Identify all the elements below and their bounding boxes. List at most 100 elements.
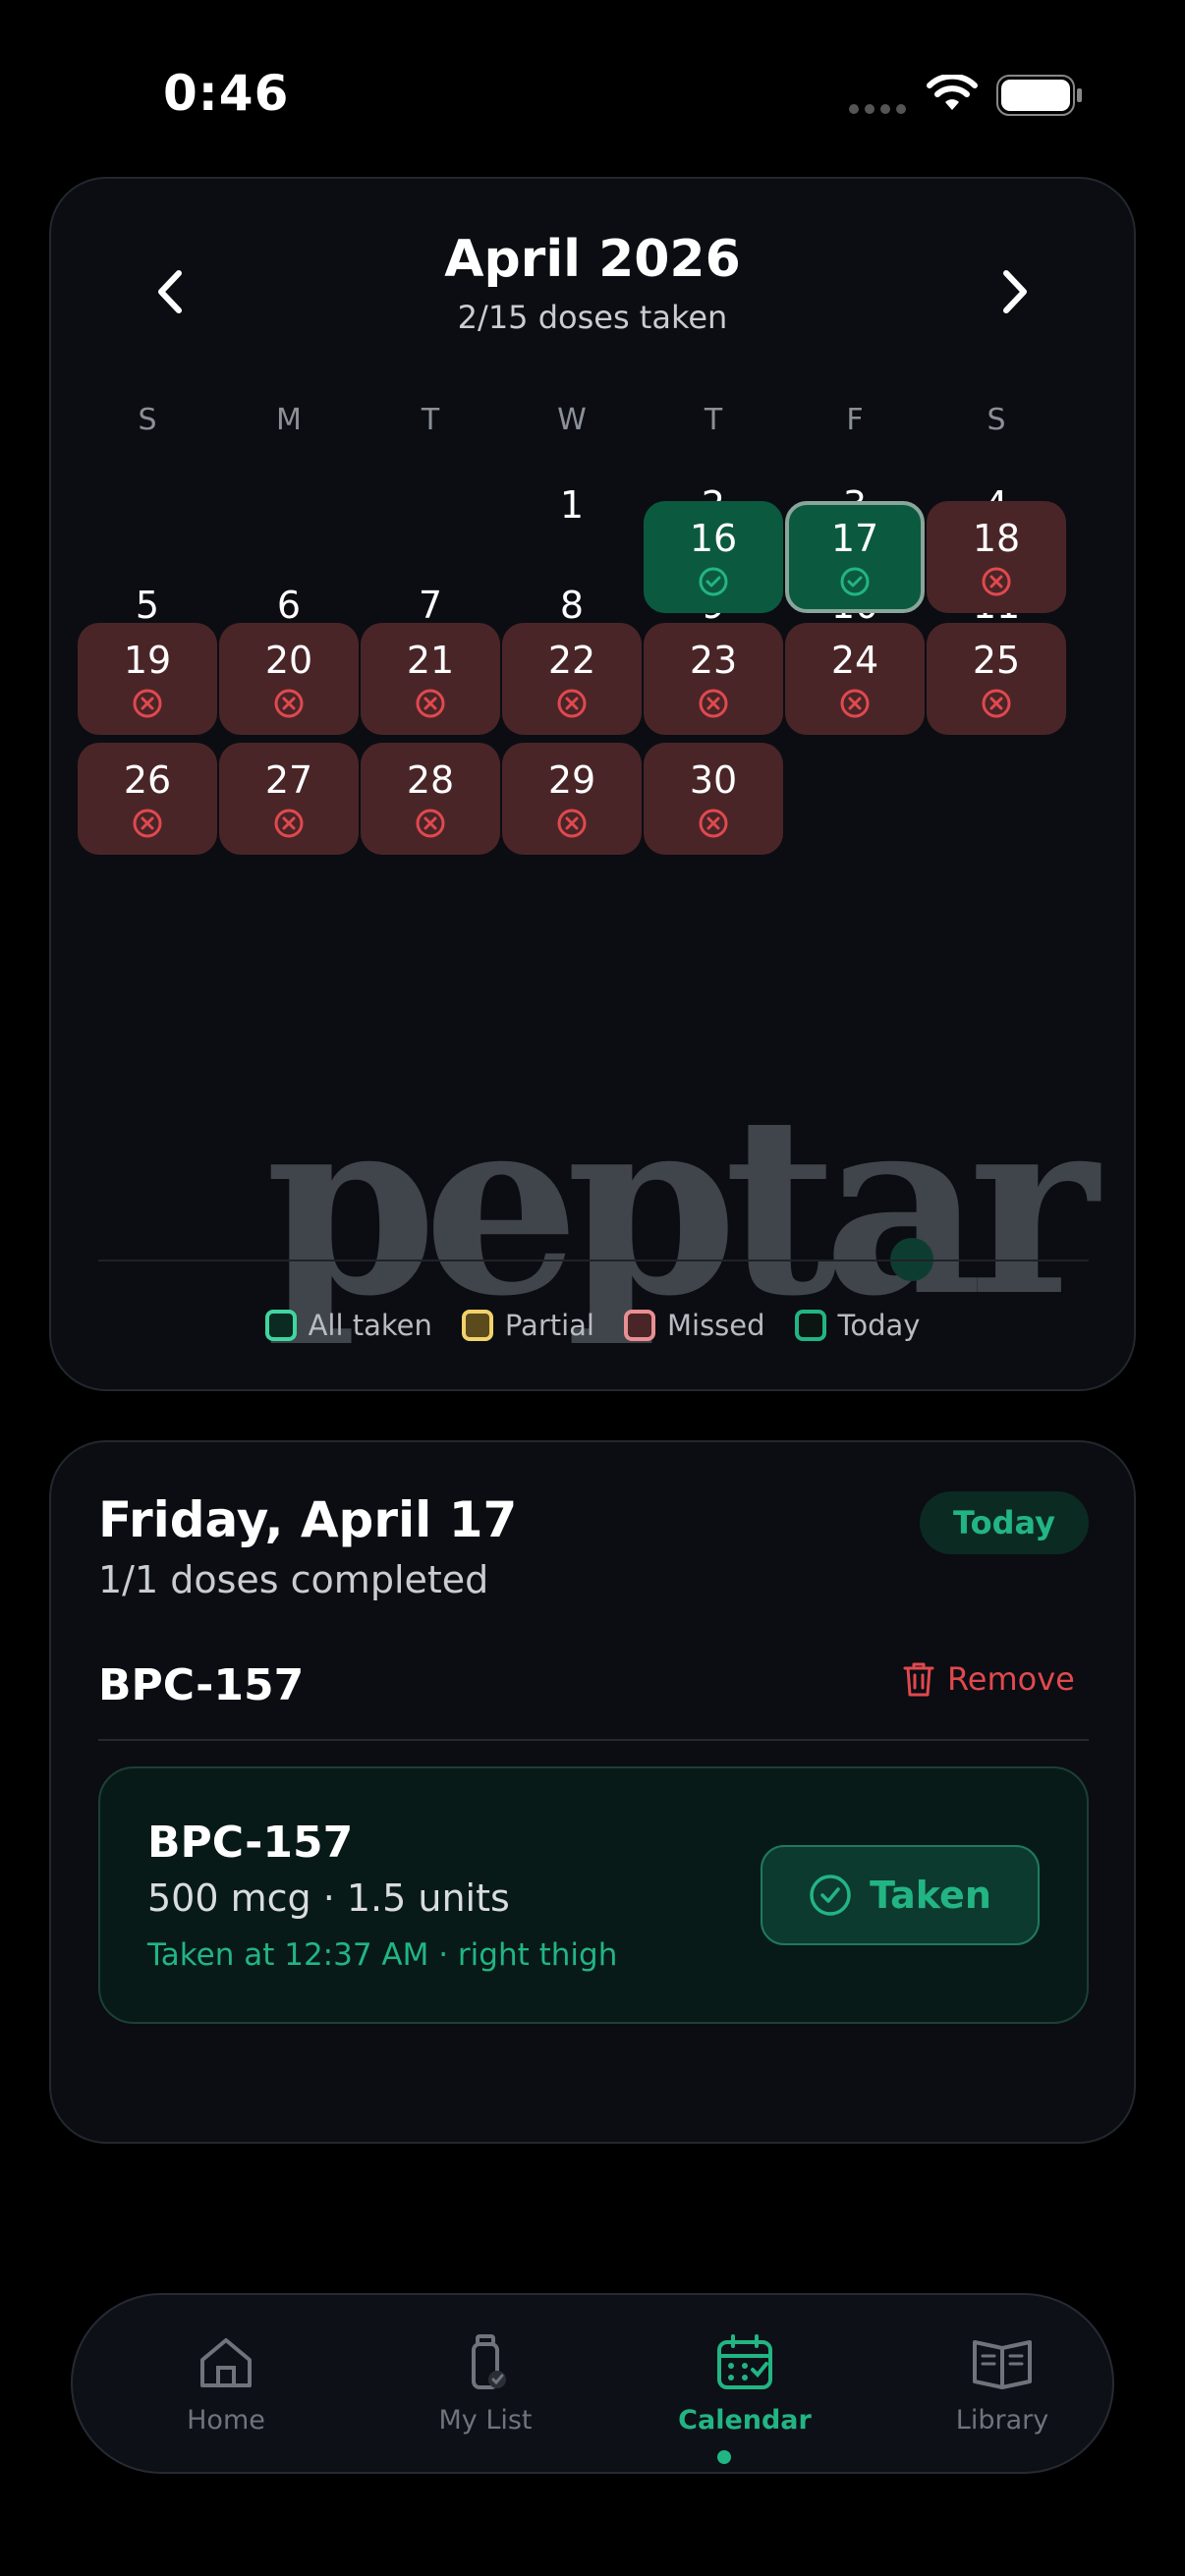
taken-button[interactable]: Taken bbox=[761, 1845, 1040, 1945]
calendar-day[interactable]: 25 bbox=[927, 623, 1066, 735]
calendar-day[interactable]: 17 bbox=[785, 501, 925, 613]
tab-label: My List bbox=[438, 2405, 533, 2436]
legend-item: Missed bbox=[624, 1309, 765, 1342]
taken-check-icon bbox=[699, 567, 728, 596]
calendar-day[interactable]: 8 bbox=[502, 584, 642, 627]
tab-label: Home bbox=[187, 2405, 265, 2436]
calendar-day[interactable]: 6 bbox=[219, 584, 359, 627]
divider bbox=[98, 1739, 1089, 1741]
day-detail-card: Friday, April 17 1/1 doses completed Tod… bbox=[49, 1440, 1136, 2144]
calendar-day[interactable]: 30 bbox=[644, 743, 783, 855]
day-number: 28 bbox=[406, 758, 455, 802]
chevron-right-icon bbox=[1003, 270, 1027, 313]
weekday-label: F bbox=[846, 403, 864, 437]
cellular-signal-icon bbox=[849, 104, 906, 114]
legend-item: Partial bbox=[461, 1309, 594, 1342]
legend-label: Partial bbox=[504, 1309, 594, 1342]
legend-label: Today bbox=[837, 1309, 921, 1342]
day-number: 24 bbox=[830, 639, 879, 682]
missed-x-icon bbox=[133, 689, 162, 718]
peptar-watermark: peptar bbox=[265, 1061, 1099, 1350]
taken-check-icon bbox=[840, 567, 870, 596]
tab-library[interactable]: Library bbox=[904, 2330, 1100, 2436]
book-icon bbox=[973, 2340, 1032, 2389]
calendar-day[interactable]: 27 bbox=[219, 743, 359, 855]
selected-date-title: Friday, April 17 bbox=[98, 1491, 518, 1548]
calendar-day[interactable]: 29 bbox=[502, 743, 642, 855]
vial-icon bbox=[472, 2334, 506, 2389]
day-number: 1 bbox=[559, 483, 585, 527]
day-number: 17 bbox=[830, 517, 879, 560]
divider bbox=[98, 1260, 1089, 1261]
dose-card: BPC-157 500 mcg · 1.5 units Taken at 12:… bbox=[98, 1766, 1089, 2024]
day-number: 7 bbox=[418, 584, 443, 627]
missed-x-icon bbox=[557, 809, 587, 838]
legend-swatch bbox=[624, 1310, 655, 1341]
active-tab-indicator bbox=[717, 2450, 731, 2464]
doses-taken-summary: 2/15 doses taken bbox=[457, 299, 728, 336]
missed-x-icon bbox=[416, 689, 445, 718]
calendar-day[interactable]: 19 bbox=[78, 623, 217, 735]
missed-x-icon bbox=[274, 689, 304, 718]
status-time: 0:46 bbox=[163, 65, 290, 122]
calendar-icon bbox=[717, 2334, 772, 2389]
remove-button[interactable]: Remove bbox=[902, 1660, 1075, 1698]
calendar-day[interactable]: 5 bbox=[78, 584, 217, 627]
calendar-day[interactable]: 16 bbox=[644, 501, 783, 613]
today-badge: Today bbox=[920, 1491, 1089, 1554]
calendar-day[interactable]: 26 bbox=[78, 743, 217, 855]
dose-amount: 500 mcg · 1.5 units bbox=[147, 1876, 510, 1920]
calendar-day[interactable]: 23 bbox=[644, 623, 783, 735]
missed-x-icon bbox=[699, 689, 728, 718]
day-number: 8 bbox=[559, 584, 585, 627]
weekday-label: S bbox=[138, 403, 157, 437]
day-number: 16 bbox=[689, 517, 738, 560]
tab-label: Library bbox=[955, 2405, 1049, 2436]
weekday-label: T bbox=[421, 403, 440, 437]
missed-x-icon bbox=[133, 809, 162, 838]
day-number: 6 bbox=[276, 584, 302, 627]
calendar-card: April 2026 2/15 doses taken SMTWTFS 1234… bbox=[49, 177, 1136, 1391]
tab-my-list[interactable]: My List bbox=[387, 2330, 584, 2436]
tab-home[interactable]: Home bbox=[128, 2330, 324, 2436]
legend-item: All taken bbox=[264, 1309, 432, 1342]
check-circle-icon bbox=[810, 1875, 851, 1916]
calendar-day[interactable]: 7 bbox=[361, 584, 500, 627]
day-number: 26 bbox=[123, 758, 172, 802]
calendar-day[interactable]: 21 bbox=[361, 623, 500, 735]
next-month-button[interactable] bbox=[981, 257, 1049, 326]
missed-x-icon bbox=[557, 689, 587, 718]
dose-name: BPC-157 bbox=[147, 1818, 354, 1868]
taken-label: Taken bbox=[870, 1874, 991, 1917]
day-number: 27 bbox=[264, 758, 313, 802]
dose-taken-at: Taken at 12:37 AM · right thigh bbox=[147, 1937, 618, 1973]
day-number: 21 bbox=[406, 639, 455, 682]
calendar-day[interactable]: 22 bbox=[502, 623, 642, 735]
legend-swatch bbox=[264, 1310, 297, 1341]
calendar-day[interactable]: 24 bbox=[785, 623, 925, 735]
calendar-day[interactable]: 1 bbox=[502, 483, 642, 527]
tab-calendar[interactable]: Calendar bbox=[647, 2330, 843, 2436]
legend-label: Missed bbox=[667, 1309, 765, 1342]
missed-x-icon bbox=[699, 809, 728, 838]
tab-label: Calendar bbox=[678, 2405, 812, 2436]
day-number: 19 bbox=[123, 639, 172, 682]
tab-bar: Home My List Calendar Library bbox=[71, 2293, 1114, 2474]
day-number: 25 bbox=[972, 639, 1021, 682]
calendar-day[interactable]: 28 bbox=[361, 743, 500, 855]
missed-x-icon bbox=[416, 809, 445, 838]
day-number: 30 bbox=[689, 758, 738, 802]
remove-label: Remove bbox=[947, 1660, 1075, 1698]
peptide-name: BPC-157 bbox=[98, 1660, 305, 1710]
calendar-day[interactable]: 18 bbox=[927, 501, 1066, 613]
missed-x-icon bbox=[982, 567, 1011, 596]
calendar-day[interactable]: 20 bbox=[219, 623, 359, 735]
legend-swatch bbox=[794, 1310, 826, 1341]
battery-icon bbox=[996, 75, 1082, 116]
home-icon bbox=[200, 2338, 252, 2387]
month-title: April 2026 bbox=[444, 230, 741, 289]
status-bar: 0:46 bbox=[0, 0, 1185, 187]
missed-x-icon bbox=[982, 689, 1011, 718]
weekday-label: S bbox=[987, 403, 1006, 437]
legend-item: Today bbox=[794, 1309, 921, 1342]
